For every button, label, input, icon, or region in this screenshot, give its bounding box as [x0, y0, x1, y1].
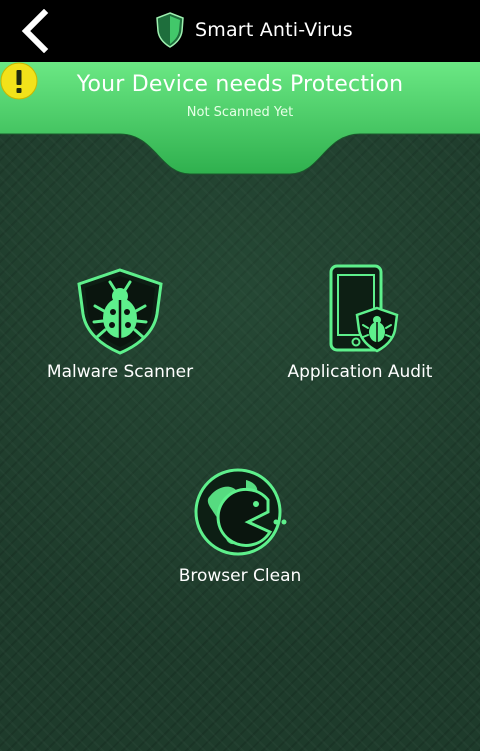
application-audit-label: Application Audit	[287, 362, 433, 382]
globe-pacman-icon	[194, 468, 287, 556]
protection-banner: Your Device needs Protection Not Scanned…	[0, 62, 480, 177]
chevron-left-icon	[21, 9, 49, 53]
warning-icon	[0, 62, 38, 100]
app-title-group: Smart Anti-Virus	[155, 12, 353, 48]
application-audit-button[interactable]: Application Audit	[270, 262, 450, 382]
malware-scanner-label: Malware Scanner	[46, 362, 194, 382]
malware-scanner-button[interactable]: Malware Scanner	[30, 266, 210, 382]
browser-clean-button[interactable]: Browser Clean	[150, 466, 330, 586]
back-button[interactable]	[8, 4, 62, 58]
browser-clean-label: Browser Clean	[178, 566, 302, 586]
app-title: Smart Anti-Virus	[195, 19, 353, 41]
banner-title: Your Device needs Protection	[76, 72, 404, 97]
bug-shield-icon	[77, 268, 163, 355]
phone-bug-icon	[329, 264, 399, 353]
shield-logo-icon	[156, 12, 184, 48]
top-bar: Smart Anti-Virus	[0, 0, 480, 62]
scan-status-text: Not Scanned Yet	[186, 105, 294, 120]
